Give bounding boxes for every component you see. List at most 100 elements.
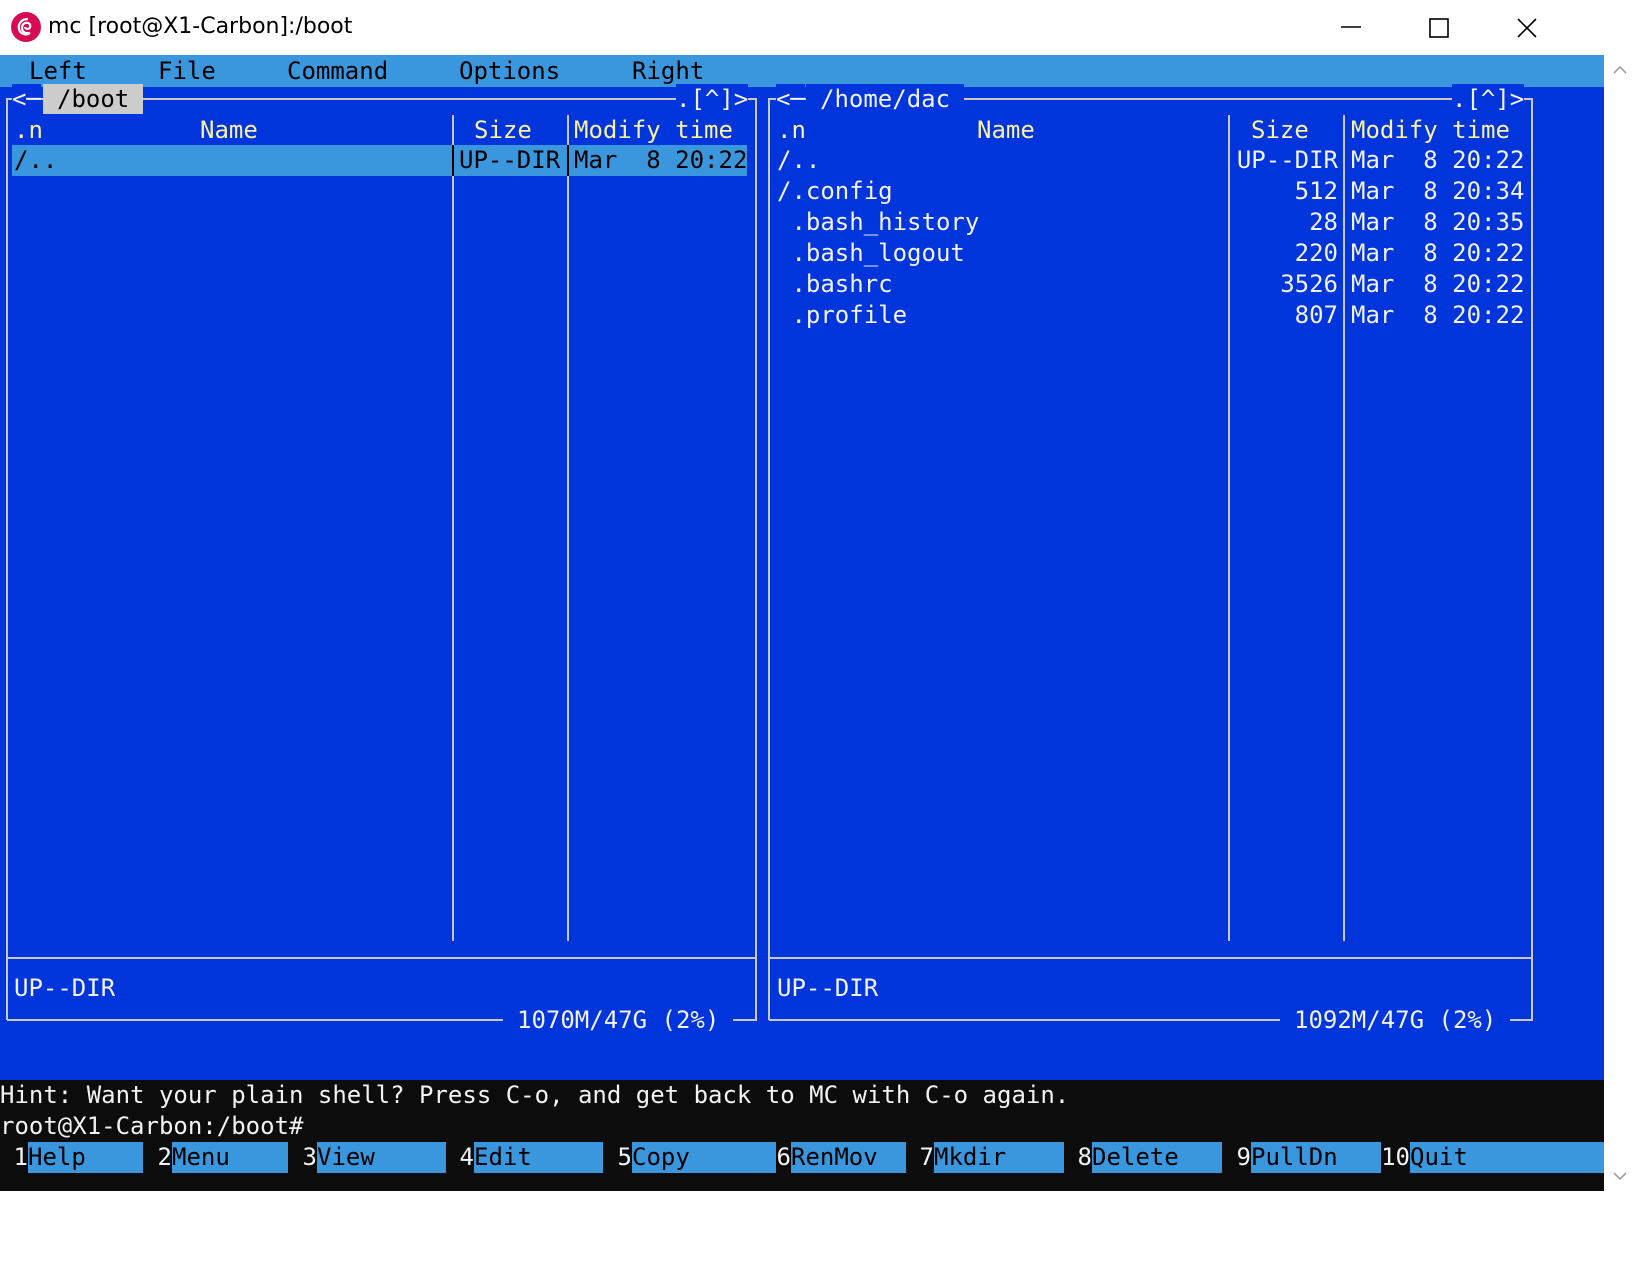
fkey-renmov-label: RenMov	[791, 1142, 906, 1173]
left-sort-indicator[interactable]: .n	[14, 115, 43, 146]
right-header-size[interactable]: Size	[1251, 115, 1309, 146]
fkey-quit-label: Quit	[1410, 1142, 1604, 1173]
right-row-3-size: 220	[1294, 239, 1338, 267]
menubar: Left File Command Options Right	[0, 55, 1604, 87]
fkey-renmov[interactable]: 6 RenMov	[776, 1142, 906, 1173]
left-panel-frame-right[interactable]: .[^]>	[676, 84, 749, 114]
left-panel-mini-divider	[7, 957, 757, 959]
right-row-2-size: 28	[1309, 208, 1338, 236]
left-panel-col-divider-1	[452, 115, 454, 941]
minimize-icon	[1341, 26, 1361, 28]
fkey-edit[interactable]: 4 Edit	[446, 1142, 604, 1173]
fkey-copy-label: Copy	[632, 1142, 776, 1173]
left-panel-right-border	[755, 98, 757, 1020]
menu-left[interactable]: Left	[29, 55, 87, 87]
fkey-menu-num: 2	[143, 1142, 172, 1173]
fkey-help-num: 1	[0, 1142, 28, 1173]
right-panel-frame-left[interactable]: <─	[776, 84, 805, 114]
fkey-delete[interactable]: 8 Delete	[1064, 1142, 1222, 1173]
right-row-2-name[interactable]: .bash_history	[777, 207, 979, 238]
fkey-copy-num: 5	[603, 1142, 632, 1173]
left-header-time[interactable]: Modify time	[574, 115, 733, 146]
fkey-quit[interactable]: 10 Quit	[1381, 1142, 1604, 1173]
fkey-delete-label: Delete	[1092, 1142, 1222, 1173]
right-row-4-size: 3526	[1280, 270, 1338, 298]
fkey-renmov-num: 6	[776, 1142, 791, 1173]
hint-text: Hint: Want your plain shell? Press C-o, …	[0, 1081, 1070, 1109]
fkey-pulldn-num: 9	[1222, 1142, 1251, 1173]
right-panel-path[interactable]: /home/dac	[806, 84, 965, 114]
left-row-0-size: UP--DIR	[459, 146, 561, 174]
right-row-0-size: UP--DIR	[1236, 146, 1338, 174]
fkey-copy[interactable]: 5 Copy	[603, 1142, 776, 1173]
right-row-0-time: Mar 8 20:22	[1351, 146, 1525, 174]
maximize-icon	[1429, 18, 1449, 38]
left-row-0-name[interactable]: /..	[14, 145, 57, 176]
fkey-mkdir-label: Mkdir	[934, 1142, 1064, 1173]
fkey-delete-num: 8	[1064, 1142, 1092, 1173]
right-panel-frame-right[interactable]: .[^]>	[1452, 84, 1525, 114]
right-row-1-name[interactable]: /.config	[777, 176, 893, 207]
left-panel-col-divider-2	[567, 115, 569, 941]
close-button[interactable]	[1482, 0, 1570, 55]
right-row-3-time: Mar 8 20:22	[1351, 239, 1525, 267]
left-panel-path[interactable]: /boot	[43, 84, 144, 114]
fkey-edit-num: 4	[446, 1142, 474, 1173]
function-key-bar: 1 Help 2 Menu 3 View 4 Edit 5 Copy 6 Ren…	[0, 1142, 1604, 1191]
right-sort-indicator[interactable]: .n	[777, 115, 806, 146]
right-header-time[interactable]: Modify time	[1351, 115, 1510, 146]
fkey-mkdir-num: 7	[906, 1142, 934, 1173]
maximize-button[interactable]	[1394, 0, 1482, 55]
right-row-4-name[interactable]: .bashrc	[777, 269, 892, 300]
right-row-5-time: Mar 8 20:22	[1351, 301, 1525, 329]
fkey-pulldn-label: PullDn	[1251, 1142, 1381, 1173]
right-row-5-name[interactable]: .profile	[777, 300, 907, 331]
left-panel-left-border	[6, 98, 8, 1020]
minimize-button[interactable]	[1306, 0, 1394, 55]
fkey-menu-label: Menu	[172, 1142, 288, 1173]
left-header-name[interactable]: Name	[200, 115, 258, 146]
left-panel-status: UP--DIR	[14, 974, 116, 1002]
menu-right[interactable]: Right	[632, 55, 704, 87]
right-panel-left-border	[768, 98, 770, 1020]
window-title: mc [root@X1-Carbon]:/boot	[48, 14, 353, 39]
left-header-size[interactable]: Size	[474, 115, 532, 146]
fkey-view-num: 3	[288, 1142, 317, 1173]
fkey-quit-num: 10	[1381, 1142, 1410, 1173]
command-line-area[interactable]: Hint: Want your plain shell? Press C-o, …	[0, 1080, 1604, 1142]
scroll-down-icon[interactable]	[1613, 1171, 1627, 1181]
left-sel-divider-2	[567, 145, 569, 176]
window-titlebar: mc [root@X1-Carbon]:/boot	[0, 0, 1635, 55]
right-row-0-name[interactable]: /..	[777, 145, 820, 176]
left-sel-divider-1	[452, 145, 454, 176]
right-panel-disk-usage: 1092M/47G (2%)	[1280, 1005, 1511, 1035]
fkey-mkdir[interactable]: 7 Mkdir	[906, 1142, 1064, 1173]
right-row-4-time: Mar 8 20:22	[1351, 270, 1525, 298]
right-panel-right-border	[1531, 98, 1533, 1020]
fkey-menu[interactable]: 2 Menu	[143, 1142, 288, 1173]
right-panel-status: UP--DIR	[777, 974, 879, 1002]
terminal[interactable]: Left File Command Options Right <─ /boot…	[0, 55, 1604, 1191]
right-panel-mini-divider	[769, 957, 1533, 959]
menu-file[interactable]: File	[158, 55, 216, 87]
fkey-help[interactable]: 1 Help	[0, 1142, 143, 1173]
left-panel-frame-left[interactable]: <─	[12, 84, 41, 114]
left-row-0-time: Mar 8 20:22	[574, 146, 748, 174]
right-row-2-time: Mar 8 20:35	[1351, 208, 1525, 236]
right-row-3-name[interactable]: .bash_logout	[777, 238, 964, 269]
menu-options[interactable]: Options	[459, 55, 560, 87]
close-icon	[1517, 18, 1537, 38]
fkey-edit-label: Edit	[474, 1142, 604, 1173]
debian-swirl-icon	[11, 12, 41, 42]
fkey-view-label: View	[317, 1142, 447, 1173]
right-row-1-size: 512	[1294, 177, 1338, 205]
right-panel-col-divider-2	[1343, 115, 1345, 941]
shell-prompt[interactable]: root@X1-Carbon:/boot#	[0, 1111, 303, 1142]
fkey-pulldn[interactable]: 9 PullDn	[1222, 1142, 1381, 1173]
window-scrollbar[interactable]	[1604, 55, 1635, 1191]
fkey-help-label: Help	[28, 1142, 143, 1173]
fkey-view[interactable]: 3 View	[288, 1142, 447, 1173]
scroll-up-icon[interactable]	[1613, 65, 1627, 75]
right-header-name[interactable]: Name	[977, 115, 1035, 146]
menu-command[interactable]: Command	[287, 55, 388, 87]
